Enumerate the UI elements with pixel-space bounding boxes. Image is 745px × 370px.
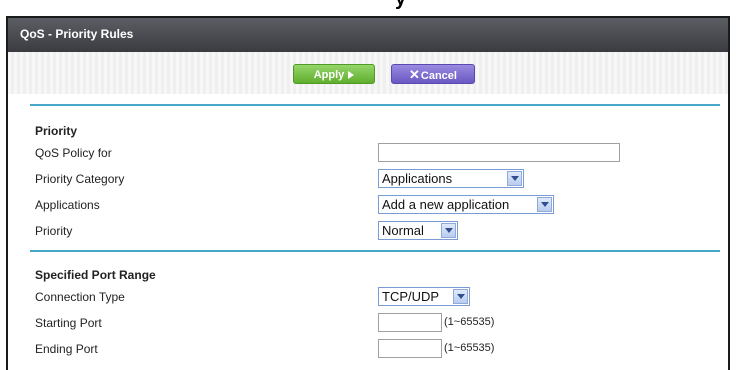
priority-category-value: Applications: [382, 171, 453, 186]
chevron-down-icon[interactable]: [453, 289, 468, 304]
arrow-right-icon: [348, 71, 355, 80]
qos-policy-for-input[interactable]: [378, 143, 620, 162]
starting-port-row: Starting Port (1~65535): [30, 312, 720, 334]
apply-button-label: Apply: [313, 69, 345, 81]
ending-port-input[interactable]: [378, 339, 442, 358]
page-title-fragment: y: [395, 0, 406, 11]
qos-priority-rules-panel: QoS - Priority Rules Apply ✕Cancel Prior…: [6, 16, 730, 370]
priority-section-heading-row: Priority: [30, 120, 720, 142]
priority-category-row: Priority Category Applications: [30, 168, 720, 190]
panel-title: QoS - Priority Rules: [8, 18, 728, 52]
x-icon: ✕: [409, 67, 420, 82]
port-section-heading-row: Specified Port Range: [30, 264, 720, 286]
cancel-button[interactable]: ✕Cancel: [391, 64, 475, 84]
ending-port-range-hint: (1~65535): [444, 342, 495, 354]
starting-port-input[interactable]: [378, 313, 442, 332]
priority-section-heading: Priority: [35, 124, 78, 138]
ending-port-label: Ending Port: [35, 342, 98, 356]
priority-select[interactable]: Normal: [378, 221, 458, 240]
applications-select[interactable]: Add a new application: [378, 195, 554, 214]
chevron-down-icon[interactable]: [441, 223, 456, 238]
section-separator: [30, 250, 720, 252]
priority-value: Normal: [382, 223, 424, 238]
applications-value: Add a new application: [382, 197, 510, 212]
applications-row: Applications Add a new application: [30, 194, 720, 216]
starting-port-label: Starting Port: [35, 316, 102, 330]
connection-type-select[interactable]: TCP/UDP: [378, 287, 470, 306]
section-separator: [30, 104, 720, 106]
ending-port-row: Ending Port (1~65535): [30, 338, 720, 360]
qos-policy-for-label: QoS Policy for: [35, 146, 112, 160]
chevron-down-icon[interactable]: [507, 171, 522, 186]
qos-policy-for-row: QoS Policy for: [30, 142, 720, 164]
starting-port-range-hint: (1~65535): [444, 316, 495, 328]
priority-row: Priority Normal: [30, 220, 720, 242]
action-bar: Apply ✕Cancel: [8, 52, 728, 94]
priority-label: Priority: [35, 224, 73, 238]
connection-type-row: Connection Type TCP/UDP: [30, 286, 720, 308]
applications-label: Applications: [35, 198, 100, 212]
connection-type-label: Connection Type: [35, 290, 125, 304]
cancel-button-label: Cancel: [420, 70, 457, 82]
chevron-down-icon[interactable]: [537, 197, 552, 212]
apply-button[interactable]: Apply: [293, 64, 375, 84]
port-section-heading: Specified Port Range: [35, 268, 156, 282]
priority-category-label: Priority Category: [35, 172, 125, 186]
priority-category-select[interactable]: Applications: [378, 169, 524, 188]
connection-type-value: TCP/UDP: [382, 289, 440, 304]
